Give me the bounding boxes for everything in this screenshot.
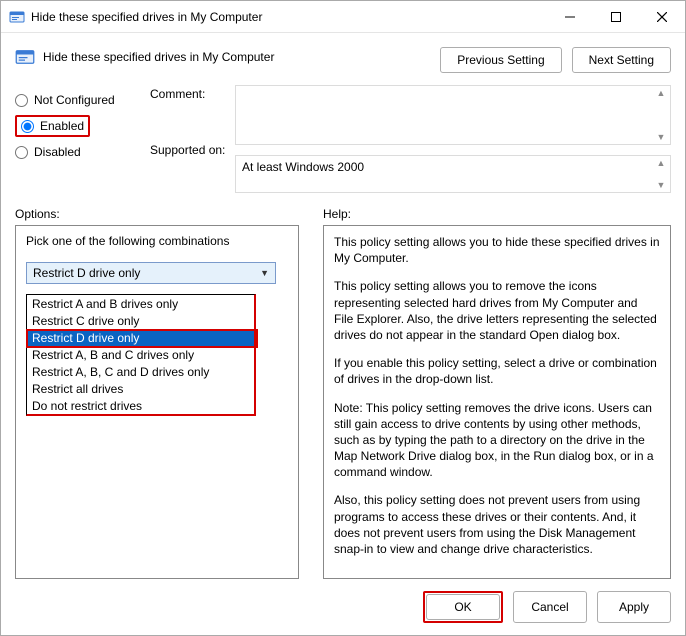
dropdown-selected-value: Restrict D drive only: [33, 266, 140, 280]
dropdown-listbox[interactable]: Restrict A and B drives onlyRestrict C d…: [26, 294, 256, 416]
state-radios: Not Configured Enabled Disabled: [15, 85, 150, 193]
dropdown-option[interactable]: Restrict D drive only: [27, 329, 254, 346]
dropdown-option[interactable]: Restrict A and B drives only: [27, 295, 254, 312]
section-labels: Options: Help:: [1, 193, 685, 225]
window: Hide these specified drives in My Comput…: [0, 0, 686, 636]
radio-not-configured[interactable]: Not Configured: [15, 87, 150, 113]
scroll-down-icon[interactable]: ▼: [654, 180, 668, 190]
supported-label: Supported on:: [150, 141, 235, 157]
apply-button[interactable]: Apply: [597, 591, 671, 623]
previous-setting-button[interactable]: Previous Setting: [440, 47, 561, 73]
scroll-down-icon[interactable]: ▼: [654, 132, 668, 142]
radio-label: Disabled: [34, 145, 81, 159]
comment-field[interactable]: ▲ ▼: [235, 85, 671, 145]
header-row: Hide these specified drives in My Comput…: [1, 33, 685, 79]
help-text: Note: This policy setting removes the dr…: [334, 400, 660, 481]
chevron-down-icon: ▼: [260, 268, 269, 278]
comment-label: Comment:: [150, 85, 235, 141]
scroll-up-icon[interactable]: ▲: [654, 158, 668, 168]
window-controls: [547, 1, 685, 32]
supported-on-field: At least Windows 2000 ▲ ▼: [235, 155, 671, 193]
dropdown-option[interactable]: Restrict C drive only: [27, 312, 254, 329]
titlebar: Hide these specified drives in My Comput…: [1, 1, 685, 33]
maximize-button[interactable]: [593, 1, 639, 32]
scroll-up-icon[interactable]: ▲: [654, 88, 668, 98]
cancel-button[interactable]: Cancel: [513, 591, 587, 623]
dropdown-option[interactable]: Do not restrict drives: [27, 397, 254, 414]
config-area: Not Configured Enabled Disabled Comment:…: [1, 79, 685, 193]
radio-enabled[interactable]: Enabled: [21, 119, 84, 133]
policy-icon: [15, 47, 35, 67]
help-label: Help:: [323, 207, 351, 221]
radio-label: Enabled: [40, 119, 84, 133]
help-text: Also, this policy setting does not preve…: [334, 492, 660, 557]
dropdown-option[interactable]: Restrict A, B and C drives only: [27, 346, 254, 363]
help-text: If you enable this policy setting, selec…: [334, 355, 660, 387]
ok-button[interactable]: OK: [426, 594, 500, 620]
help-text: This policy setting allows you to remove…: [334, 278, 660, 343]
help-panel: This policy setting allows you to hide t…: [323, 225, 671, 579]
policy-dialog-icon: [9, 9, 25, 25]
radio-disabled[interactable]: Disabled: [15, 139, 150, 165]
dropdown-option[interactable]: Restrict A, B, C and D drives only: [27, 363, 254, 380]
options-panel: Pick one of the following combinations R…: [15, 225, 299, 579]
supported-on-text: At least Windows 2000: [242, 160, 364, 174]
page-title: Hide these specified drives in My Comput…: [43, 50, 274, 64]
next-setting-button[interactable]: Next Setting: [572, 47, 671, 73]
close-button[interactable]: [639, 1, 685, 32]
help-text: This policy setting allows you to hide t…: [334, 234, 660, 266]
panels: Pick one of the following combinations R…: [1, 225, 685, 579]
window-title: Hide these specified drives in My Comput…: [31, 10, 547, 24]
minimize-button[interactable]: [547, 1, 593, 32]
dropdown-option[interactable]: Restrict all drives: [27, 380, 254, 397]
radio-label: Not Configured: [34, 93, 115, 107]
options-prompt: Pick one of the following combinations: [26, 234, 288, 248]
drive-restriction-dropdown[interactable]: Restrict D drive only ▼: [26, 262, 276, 284]
options-label: Options:: [15, 207, 299, 221]
footer: OK Cancel Apply: [1, 579, 685, 635]
